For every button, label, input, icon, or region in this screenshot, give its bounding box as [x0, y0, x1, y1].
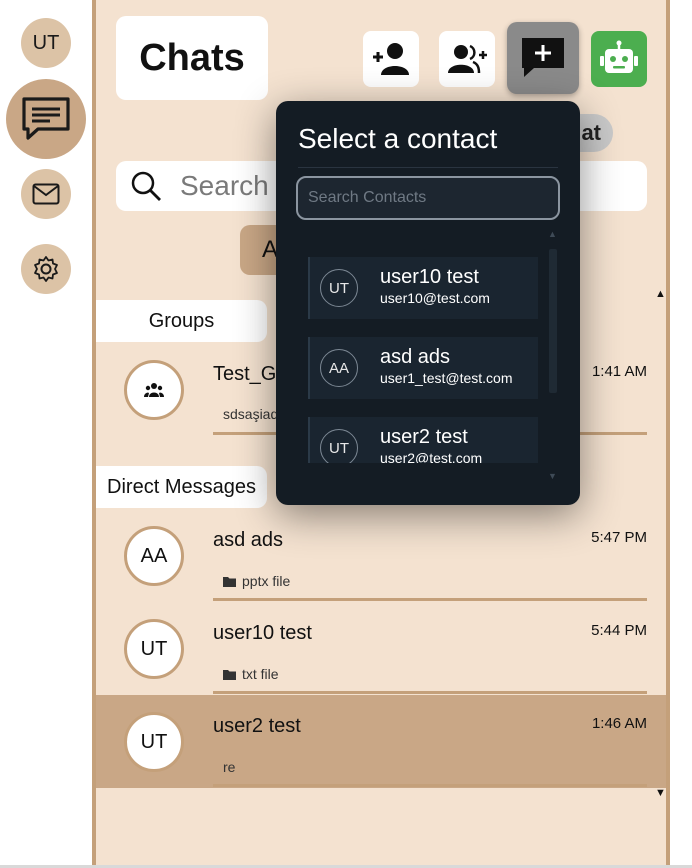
- user-avatar[interactable]: UT: [21, 18, 71, 68]
- row-separator: [213, 784, 647, 787]
- folder-icon: [223, 576, 236, 587]
- contact-list-scrollbar[interactable]: ▲ ▼: [548, 229, 558, 481]
- contact-email: user1_test@test.com: [380, 370, 513, 386]
- contact-name: user2 test: [380, 426, 468, 448]
- group-icon: [144, 383, 164, 397]
- list-scroll-down-arrow[interactable]: ▼: [655, 787, 666, 799]
- popup-divider: [298, 167, 558, 168]
- chats-nav-button[interactable]: [6, 79, 86, 159]
- folder-icon: [223, 669, 236, 680]
- dm-row[interactable]: AA asd ads 5:47 PM pptx file: [96, 509, 666, 602]
- dm-name: user2 test: [213, 715, 301, 737]
- contact-avatar: UT: [320, 269, 358, 307]
- dm-avatar: UT: [124, 619, 184, 679]
- contact-email: user10@test.com: [380, 290, 490, 306]
- add-contact-icon: [373, 43, 409, 75]
- scroll-down-arrow[interactable]: ▼: [548, 471, 557, 481]
- dm-avatar: AA: [124, 526, 184, 586]
- dm-time: 1:46 AM: [591, 715, 647, 732]
- scrollbar-thumb[interactable]: [549, 249, 557, 393]
- dm-preview-text: re: [223, 759, 236, 775]
- contact-item[interactable]: UT user10 test user10@test.com: [308, 257, 538, 319]
- contact-item[interactable]: UT user2 test user2@test.com: [308, 417, 538, 463]
- dm-time: 5:44 PM: [591, 622, 647, 639]
- contact-email: user2@test.com: [380, 450, 483, 463]
- dm-preview: pptx file: [223, 573, 290, 589]
- dm-row-selected[interactable]: UT user2 test 1:46 AM re: [96, 695, 666, 788]
- mail-nav-button[interactable]: [21, 169, 71, 219]
- panel-right-border: [666, 0, 670, 868]
- groups-section-label: Groups: [96, 300, 267, 342]
- group-preview-text: sdsaşiad: [223, 406, 279, 422]
- dm-avatar: UT: [124, 712, 184, 772]
- search-icon: [131, 171, 161, 201]
- dm-preview: txt file: [223, 666, 279, 682]
- new-chat-icon: [522, 38, 564, 77]
- gear-icon: [34, 256, 58, 282]
- dm-preview-text: txt file: [242, 666, 279, 682]
- contact-avatar: AA: [320, 349, 358, 387]
- dm-time: 5:47 PM: [591, 529, 647, 546]
- row-separator: [213, 598, 647, 601]
- page-title: Chats: [139, 36, 245, 79]
- settings-nav-button[interactable]: [21, 244, 71, 294]
- contact-name: asd ads: [380, 346, 451, 368]
- group-name: Test_G: [213, 363, 277, 385]
- group-time: 1:41 AM: [591, 363, 647, 380]
- mail-icon: [32, 183, 60, 205]
- dm-preview-text: pptx file: [242, 573, 291, 589]
- new-chat-button[interactable]: [507, 22, 579, 94]
- chat-icon: [22, 97, 70, 140]
- add-group-button[interactable]: [439, 31, 495, 87]
- group-preview: sdsaşiad: [223, 406, 278, 422]
- dm-preview: re: [223, 759, 235, 775]
- contact-avatar: UT: [320, 429, 358, 463]
- scroll-up-arrow[interactable]: ▲: [548, 229, 557, 239]
- contact-list: UT user10 test user10@test.com AA asd ad…: [308, 257, 540, 463]
- add-contact-button[interactable]: [363, 31, 419, 87]
- popup-title: Select a contact: [298, 123, 498, 154]
- direct-messages-section-label: Direct Messages: [96, 466, 267, 508]
- search-placeholder: Search: [180, 170, 269, 201]
- select-contact-popup: Select a contact UT user10 test user10@t…: [276, 101, 580, 505]
- contact-search-input[interactable]: [296, 176, 560, 220]
- bot-button[interactable]: [591, 31, 647, 87]
- contact-item[interactable]: AA asd ads user1_test@test.com: [308, 337, 538, 399]
- left-rail: UT: [0, 0, 92, 868]
- bot-icon: [600, 40, 638, 73]
- list-scroll-up-arrow[interactable]: ▲: [655, 288, 666, 300]
- group-avatar: [124, 360, 184, 420]
- page-title-card: Chats: [116, 16, 268, 100]
- dm-name: asd ads: [213, 529, 284, 551]
- dm-name: user10 test: [213, 622, 312, 644]
- contact-name: user10 test: [380, 266, 479, 288]
- add-group-icon: [448, 44, 487, 74]
- row-separator: [213, 691, 647, 694]
- dm-row[interactable]: UT user10 test 5:44 PM txt file: [96, 602, 666, 695]
